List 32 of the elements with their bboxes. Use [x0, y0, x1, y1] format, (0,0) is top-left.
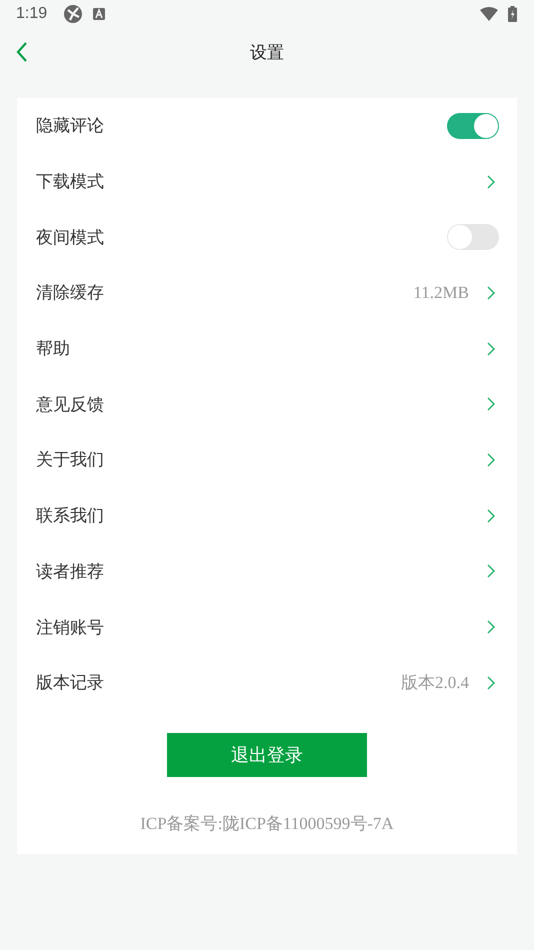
setting-value: 版本2.0.4: [401, 672, 469, 694]
toggle-switch[interactable]: [447, 112, 499, 139]
setting-label: 注销账号: [36, 616, 104, 639]
setting-label: 版本记录: [36, 672, 104, 694]
chevron-right-icon[interactable]: [487, 620, 495, 634]
wifi-icon: [480, 7, 498, 21]
chevron-right-icon[interactable]: [487, 174, 495, 189]
chevron-right-icon[interactable]: [487, 508, 495, 523]
setting-label: 意见反馈: [36, 394, 104, 416]
setting-value: 11.2MB: [413, 282, 469, 303]
chevron-right-icon[interactable]: [487, 342, 495, 356]
chevron-right-icon[interactable]: [487, 676, 495, 690]
icp-text: ICP备案号:陇ICP备11000599号-7A: [140, 812, 394, 835]
setting-label: 关于我们: [36, 449, 104, 472]
status-time: 1:19: [16, 5, 48, 23]
chevron-right-icon[interactable]: [487, 286, 495, 300]
setting-label: 帮助: [36, 338, 70, 360]
setting-label: 清除缓存: [36, 282, 104, 304]
chevron-right-icon[interactable]: [487, 564, 495, 578]
setting-label: 隐藏评论: [36, 115, 104, 138]
chevron-right-icon[interactable]: [487, 452, 495, 467]
battery-icon: [508, 6, 517, 22]
setting-label: 联系我们: [36, 505, 104, 528]
chevron-right-icon[interactable]: [487, 397, 495, 412]
keyboard-a-icon: [93, 8, 106, 20]
setting-label: 夜间模式: [36, 226, 104, 249]
setting-label: 读者推荐: [36, 560, 104, 583]
page-title: 设置: [250, 42, 284, 64]
logout-button[interactable]: 退出登录: [167, 732, 367, 777]
toggle-switch[interactable]: [447, 224, 499, 250]
app-notification-icon: [63, 4, 84, 24]
setting-label: 下载模式: [36, 171, 104, 194]
